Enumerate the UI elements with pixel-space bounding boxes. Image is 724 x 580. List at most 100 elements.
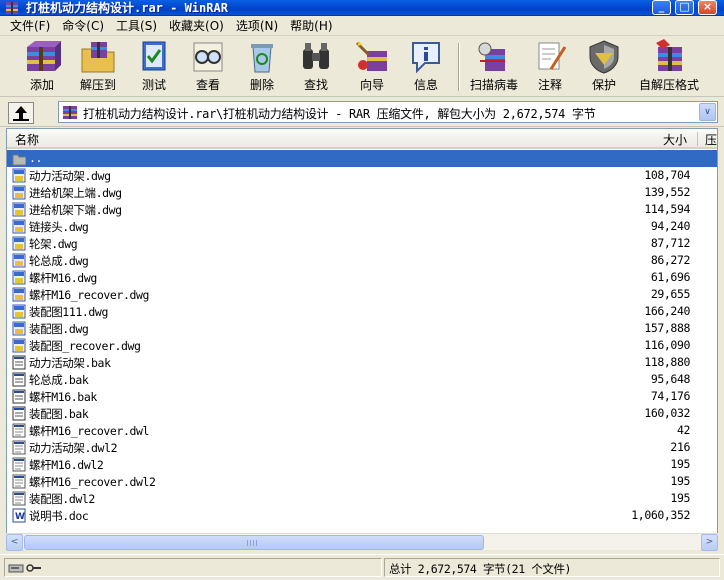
menu-help[interactable]: 帮助(H) [284, 17, 338, 34]
file-name: 说明书.doc [29, 509, 89, 523]
list-item[interactable]: 轮总成.bak 95,648 [7, 371, 717, 388]
info-button[interactable]: 信息 [398, 39, 454, 95]
horizontal-scrollbar[interactable]: < > [6, 533, 718, 551]
menu-favorites[interactable]: 收藏夹(O) [163, 17, 230, 34]
scroll-thumb[interactable] [24, 535, 484, 550]
view-glasses-icon [193, 42, 223, 72]
column-header-packed[interactable]: 压 [705, 131, 717, 148]
dwg-file-icon [12, 219, 26, 234]
file-name: 螺杆M16.dwl2 [29, 458, 104, 472]
list-item[interactable]: 进给机架上端.dwg 139,552 [7, 184, 717, 201]
maximize-button[interactable]: □ [675, 0, 694, 15]
dwl-file-icon [12, 440, 26, 455]
file-name: 轮架.dwg [29, 237, 78, 251]
scroll-left-button[interactable]: < [6, 534, 23, 551]
extract-button[interactable]: 解压到 [70, 39, 126, 95]
virus-scan-button[interactable]: 扫描病毒 [464, 39, 524, 95]
file-size: 116,090 [644, 338, 690, 352]
list-item[interactable]: 链接头.dwg 94,240 [7, 218, 717, 235]
column-header-size[interactable]: 大小 [663, 131, 687, 148]
file-rows: .. 动力活动架.dwg 108,704 进给机架上端.dwg 139,552 进给机架下… [7, 150, 717, 524]
file-size: 195 [670, 457, 690, 471]
svg-text:W: W [15, 512, 25, 522]
bak-file-icon [12, 389, 26, 404]
file-name: 轮总成.bak [29, 373, 89, 387]
protect-button[interactable]: 保护 [576, 39, 632, 95]
dwg-file-icon [12, 338, 26, 353]
drive-key-icon[interactable] [8, 562, 42, 574]
file-size: 216 [670, 440, 690, 454]
file-size: 108,704 [644, 168, 690, 182]
list-item[interactable]: 进给机架下端.dwg 114,594 [7, 201, 717, 218]
path-dropdown-button[interactable]: ∨ [699, 103, 716, 121]
list-item[interactable]: 动力活动架.bak 118,880 [7, 354, 717, 371]
list-item[interactable]: .. [7, 150, 717, 167]
list-item[interactable]: 螺杆M16_recover.dwl 42 [7, 422, 717, 439]
file-size: 195 [670, 491, 690, 505]
find-button[interactable]: 查找 [288, 39, 344, 95]
view-button[interactable]: 查看 [180, 39, 236, 95]
up-folder-button[interactable] [8, 102, 34, 124]
comment-pen-icon [538, 42, 567, 70]
dwg-file-icon [12, 168, 26, 183]
list-item[interactable]: 装配图.dwg 157,888 [7, 320, 717, 337]
file-name: 螺杆M16_recover.dwg [29, 288, 150, 302]
menu-tools[interactable]: 工具(S) [110, 17, 163, 34]
test-label: 测试 [141, 78, 166, 92]
file-name: 动力活动架.dwg [29, 169, 111, 183]
comment-button[interactable]: 注释 [522, 39, 578, 95]
test-button[interactable]: 测试 [126, 39, 182, 95]
column-header-name[interactable]: 名称 [15, 131, 39, 148]
list-item[interactable]: 轮架.dwg 87,712 [7, 235, 717, 252]
title-bar[interactable]: 打桩机动力结构设计.rar - WinRAR _ □ × [0, 0, 724, 16]
dwg-file-icon [12, 185, 26, 200]
file-size: 195 [670, 474, 690, 488]
status-bar: 总计 2,672,574 字节(21 个文件) [0, 554, 724, 580]
add-button[interactable]: 添加 [14, 39, 70, 95]
extract-label: 解压到 [79, 78, 116, 92]
dwl-file-icon [12, 423, 26, 438]
list-item[interactable]: 装配图.bak 160,032 [7, 405, 717, 422]
winrar-app-icon[interactable] [5, 1, 19, 15]
scroll-right-button[interactable]: > [701, 534, 718, 551]
list-item[interactable]: 螺杆M16.bak 74,176 [7, 388, 717, 405]
close-button[interactable]: × [698, 0, 717, 15]
minimize-button[interactable]: _ [652, 0, 671, 15]
file-size: 166,240 [644, 304, 690, 318]
toolbar-separator [458, 43, 460, 91]
file-size: 94,240 [650, 219, 691, 233]
list-item[interactable]: 螺杆M16_recover.dwl2 195 [7, 473, 717, 490]
file-size: 118,880 [644, 355, 690, 369]
path-combobox[interactable]: 打桩机动力结构设计.rar\打桩机动力结构设计 - RAR 压缩文件, 解包大小… [58, 101, 718, 123]
menu-file[interactable]: 文件(F) [4, 17, 56, 34]
sfx-button[interactable]: 自解压格式 [634, 39, 704, 95]
list-item[interactable]: 轮总成.dwg 86,272 [7, 252, 717, 269]
file-size: 74,176 [650, 389, 691, 403]
toolbar: 添加 解压到 测试 查看 删除 查找 向导 信息 扫描病毒 注释 保护 自解压格… [0, 37, 724, 97]
file-name: .. [29, 151, 43, 165]
list-item[interactable]: 装配图.dwl2 195 [7, 490, 717, 507]
list-item[interactable]: 动力活动架.dwl2 216 [7, 439, 717, 456]
menu-options[interactable]: 选项(N) [230, 17, 284, 34]
file-list[interactable]: 名称 大小 压 .. 动力活动架.dwg 108,704 进给机架上端.dwg 139,… [6, 128, 718, 550]
dwg-file-icon [12, 287, 26, 302]
list-item[interactable]: 螺杆M16.dwg 61,696 [7, 269, 717, 286]
dwg-file-icon [12, 270, 26, 285]
wizard-icon [355, 41, 387, 71]
wizard-button[interactable]: 向导 [344, 39, 400, 95]
dwg-file-icon [12, 202, 26, 217]
address-bar: 打桩机动力结构设计.rar\打桩机动力结构设计 - RAR 压缩文件, 解包大小… [0, 98, 724, 127]
dwl-file-icon [12, 457, 26, 472]
list-item[interactable]: W 说明书.doc 1,060,352 [7, 507, 717, 524]
list-item[interactable]: 装配图111.dwg 166,240 [7, 303, 717, 320]
list-item[interactable]: 螺杆M16.dwl2 195 [7, 456, 717, 473]
dwg-file-icon [12, 236, 26, 251]
menu-commands[interactable]: 命令(C) [56, 17, 110, 34]
list-item[interactable]: 螺杆M16_recover.dwg 29,655 [7, 286, 717, 303]
list-item[interactable]: 动力活动架.dwg 108,704 [7, 167, 717, 184]
delete-button[interactable]: 删除 [234, 39, 290, 95]
list-item[interactable]: 装配图_recover.dwg 116,090 [7, 337, 717, 354]
column-divider[interactable] [697, 132, 698, 146]
dwg-file-icon [12, 321, 26, 336]
file-size: 42 [676, 423, 690, 437]
